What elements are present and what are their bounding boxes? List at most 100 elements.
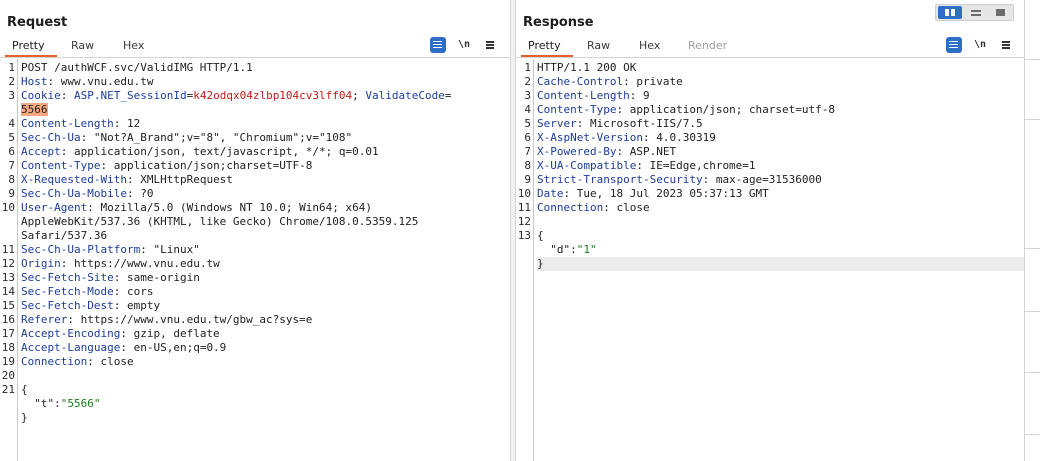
- line-number: 10: [517, 187, 531, 200]
- header-key: Date: [537, 187, 564, 200]
- header-key: Sec-Ch-Ua: [21, 131, 81, 144]
- response-header-line: Content-Type: application/json; charset=…: [537, 103, 836, 116]
- line-number: 12: [1, 257, 15, 270]
- header-value: cors: [120, 285, 154, 298]
- request-line-text: POST /authWCF.svc/ValidIMG HTTP/1.1: [21, 61, 253, 74]
- request-header-line: Accept: application/json, text/javascrip…: [21, 145, 379, 158]
- header-value: Safari/537.36: [21, 229, 108, 242]
- request-header-line: Sec-Fetch-Mode: cors: [21, 285, 154, 298]
- line-number: 4: [8, 117, 15, 130]
- request-header-line: Accept-Encoding: gzip, deflate: [21, 327, 220, 340]
- newline-icon[interactable]: \n: [456, 37, 472, 53]
- cookie-header-line: Cookie: ASP.NET_SessionId=k42odqx04zlbp1…: [21, 89, 452, 102]
- json-value: "1": [576, 243, 597, 256]
- request-header-line: Connection: close: [21, 355, 134, 368]
- line-number: 7: [8, 159, 15, 172]
- response-panel: Response Pretty Raw Hex Render \n 1 2 3 …: [516, 0, 1024, 461]
- line-number: 1: [8, 61, 15, 74]
- layout-view-switcher: [935, 4, 1014, 21]
- header-key: Accept-Language: [21, 341, 121, 354]
- request-title: Request: [7, 15, 68, 30]
- json-value: "5566": [60, 397, 101, 410]
- line-number: 15: [1, 299, 15, 312]
- header-key: Host: [21, 75, 48, 88]
- header-key: Sec-Ch-Ua-Mobile: [21, 187, 127, 200]
- line-number: 8: [524, 159, 531, 172]
- request-header-line: Sec-Fetch-Dest: empty: [21, 299, 161, 312]
- side-by-side-view-icon[interactable]: [938, 6, 962, 19]
- request-tab-pretty[interactable]: Pretty: [5, 38, 57, 57]
- request-header-line: Sec-Ch-Ua: "Not?A_Brand";v="8", "Chromiu…: [21, 131, 353, 144]
- header-key: Accept-Encoding: [21, 327, 121, 340]
- json-brace: {: [537, 229, 544, 242]
- json-brace: {: [21, 383, 28, 396]
- response-tab-raw[interactable]: Raw: [587, 38, 610, 57]
- line-number: 13: [517, 229, 531, 242]
- header-value: 9: [636, 89, 650, 102]
- request-line-gutter: 1 2 3 4 5 6 7 8 9 10 11 12 13 14 15 16 1…: [0, 59, 18, 461]
- highlighted-cookie-value: 5566: [21, 103, 48, 116]
- json-entry: "t":"5566": [34, 397, 101, 410]
- response-tab-hex[interactable]: Hex: [639, 38, 660, 57]
- line-number: 6: [524, 131, 531, 144]
- response-header-line: Connection: close: [537, 201, 650, 214]
- header-value: application/json, text/javascript, */*; …: [67, 145, 379, 158]
- response-editor[interactable]: 1 2 3 4 5 6 7 8 9 10 11 12 13 HTTP/1.1 2…: [516, 59, 1024, 461]
- request-tab-raw[interactable]: Raw: [71, 38, 94, 57]
- header-key: Content-Type: [21, 159, 101, 172]
- request-header-line: Content-Type: application/json;charset=U…: [21, 159, 313, 172]
- line-number: 18: [1, 341, 15, 354]
- cookie-name: ASP.NET_SessionId: [74, 89, 187, 102]
- single-pane-view-icon[interactable]: [988, 6, 1012, 19]
- request-line: POST /authWCF.svc/ValidIMG HTTP/1.1: [21, 61, 510, 75]
- strip-divider: [1025, 59, 1040, 60]
- request-editor[interactable]: 1 2 3 4 5 6 7 8 9 10 11 12 13 14 15 16 1…: [0, 59, 510, 461]
- header-key: Referer: [21, 313, 68, 326]
- response-tab-render[interactable]: Render: [688, 38, 727, 57]
- response-header-line: Strict-Transport-Security: max-age=31536…: [537, 173, 822, 186]
- response-tab-divider: [516, 57, 1024, 58]
- response-tab-pretty[interactable]: Pretty: [521, 38, 573, 57]
- header-value: https://www.vnu.edu.tw/gbw_ac?sys=e: [73, 313, 313, 326]
- header-key: Sec-Fetch-Dest: [21, 299, 114, 312]
- line-number: 6: [8, 145, 15, 158]
- request-header-line: Sec-Fetch-Site: same-origin: [21, 271, 200, 284]
- wrap-lines-icon[interactable]: [946, 37, 962, 53]
- header-value: XMLHttpRequest: [133, 173, 233, 186]
- json-key: "t": [34, 397, 55, 410]
- menu-icon[interactable]: [998, 37, 1014, 53]
- response-title: Response: [523, 15, 594, 30]
- request-panel: Request Pretty Raw Hex \n 1 2 3 4 5 6 7 …: [0, 0, 510, 461]
- request-header-line: User-Agent: Mozilla/5.0 (Windows NT 10.0…: [21, 201, 373, 214]
- header-key: X-AspNet-Version: [537, 131, 643, 144]
- request-header-line: Sec-Ch-Ua-Mobile: ?0: [21, 187, 154, 200]
- header-value: Mozilla/5.0 (Windows NT 10.0; Win64; x64…: [93, 201, 373, 214]
- response-toolbar: \n: [946, 37, 1016, 53]
- line-number: 3: [8, 89, 15, 102]
- request-header-line: Accept-Language: en-US,en;q=0.9: [21, 341, 227, 354]
- response-header-line: Date: Tue, 18 Jul 2023 05:37:13 GMT: [537, 187, 769, 200]
- newline-icon[interactable]: \n: [972, 37, 988, 53]
- menu-icon[interactable]: [482, 37, 498, 53]
- request-header-line: Origin: https://www.vnu.edu.tw: [21, 257, 220, 270]
- request-header-line-wrap: AppleWebKit/537.36 (KHTML, like Gecko) C…: [21, 215, 510, 229]
- wrap-lines-icon[interactable]: [430, 37, 446, 53]
- side-panel-strip[interactable]: [1024, 0, 1040, 461]
- header-value: 12: [120, 117, 141, 130]
- header-key: Connection: [21, 355, 88, 368]
- request-header-line-wrap: Safari/537.36: [21, 229, 510, 243]
- header-value: https://www.vnu.edu.tw: [67, 257, 220, 270]
- request-header-line: Content-Length: 12: [21, 117, 141, 130]
- request-tab-hex[interactable]: Hex: [123, 38, 144, 57]
- response-header-line: Cache-Control: private: [537, 75, 683, 88]
- header-value: gzip, deflate: [126, 327, 220, 340]
- header-key: Origin: [21, 257, 61, 270]
- header-value: application/json; charset=utf-8: [623, 103, 836, 116]
- json-entry: "d":"1": [550, 243, 597, 256]
- line-number: 5: [524, 117, 531, 130]
- header-key: Strict-Transport-Security: [537, 173, 703, 186]
- horizontal-split-view-icon[interactable]: [963, 6, 987, 19]
- header-key: X-UA-Compatible: [537, 159, 637, 172]
- response-header-line: X-AspNet-Version: 4.0.30319: [537, 131, 716, 144]
- line-number: 17: [1, 327, 15, 340]
